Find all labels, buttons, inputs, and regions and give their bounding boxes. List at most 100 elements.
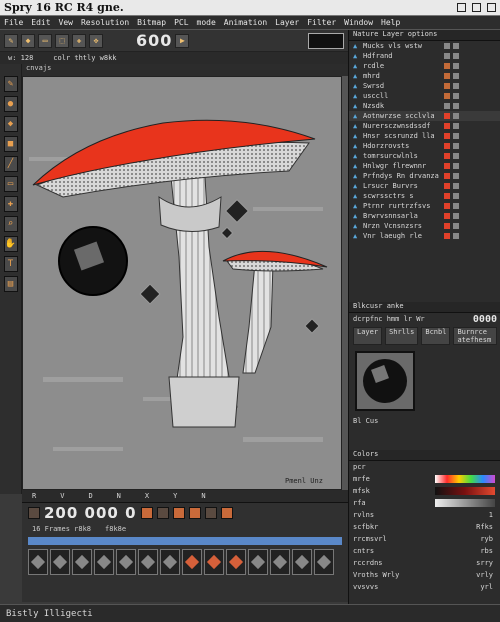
frame-thumbnail[interactable] (116, 549, 136, 575)
layer-row[interactable]: ▲ Prfndys Rn drvanza (349, 171, 500, 181)
dropper-icon[interactable]: ✚ (72, 33, 86, 48)
menu-edit[interactable]: Edit (31, 18, 50, 27)
frame-thumbnail[interactable] (182, 549, 202, 575)
visibility-icon[interactable]: ▲ (353, 92, 360, 100)
select-icon[interactable]: ⬚ (55, 33, 69, 48)
lock-icon[interactable] (453, 143, 459, 149)
setting-value[interactable]: Rfks (476, 523, 493, 531)
picker-tool-icon[interactable]: ✚ (3, 196, 18, 212)
layer-row[interactable]: ▲ Aotnwrzse scclvla (349, 111, 500, 121)
rewind-icon[interactable] (28, 507, 40, 519)
lock-icon[interactable] (453, 93, 459, 99)
menu-mode[interactable]: mode (197, 18, 216, 27)
menu-window[interactable]: Window (344, 18, 373, 27)
gray-gradient[interactable] (435, 499, 495, 507)
menu-filter[interactable]: Filter (307, 18, 336, 27)
lock-icon[interactable] (453, 223, 459, 229)
lock-icon[interactable] (453, 63, 459, 69)
visibility-icon[interactable]: ▲ (353, 42, 360, 50)
play-icon[interactable]: ▶ (175, 33, 190, 48)
frame-thumbnail[interactable] (204, 549, 224, 575)
visibility-icon[interactable]: ▲ (353, 202, 360, 210)
frame-thumbnail[interactable] (160, 549, 180, 575)
brush-tool-icon[interactable]: ● (3, 96, 18, 112)
close-button[interactable] (487, 3, 496, 12)
shape-tool-icon[interactable]: ■ (3, 136, 18, 152)
layer-row[interactable]: ▲ Nrzn Vcnsnzsrs (349, 221, 500, 231)
layer-row[interactable]: ▲ Vnr laeugh rle (349, 231, 500, 241)
frame-thumbnail[interactable] (314, 549, 334, 575)
lock-icon[interactable] (453, 173, 459, 179)
eraser-tool-icon[interactable]: ▭ (3, 176, 18, 192)
color-options[interactable]: colr thtly w8kk (53, 54, 116, 62)
layer-row[interactable]: ▲ Hnlwgr flrewnnr (349, 161, 500, 171)
frame-thumbnail[interactable] (226, 549, 246, 575)
setting-value[interactable]: rbs (480, 547, 493, 555)
lock-icon[interactable] (453, 83, 459, 89)
visibility-icon[interactable]: ▲ (353, 182, 360, 190)
visibility-icon[interactable]: ▲ (353, 132, 360, 140)
frame-thumbnail[interactable] (94, 549, 114, 575)
layer-row[interactable]: ▲ tomrsurcwlnls (349, 151, 500, 161)
lock-icon[interactable] (453, 183, 459, 189)
fill-tool-icon[interactable]: ◆ (3, 116, 18, 132)
properties-value[interactable]: 0000 (473, 314, 497, 325)
visibility-icon[interactable]: ▲ (353, 192, 360, 200)
loop-icon[interactable] (220, 507, 233, 519)
menu-file[interactable]: File (4, 18, 23, 27)
lock-icon[interactable] (453, 133, 459, 139)
keyframe-icon[interactable] (140, 507, 153, 519)
frame-thumbnail[interactable] (248, 549, 268, 575)
setting-value[interactable]: 1 (489, 511, 493, 519)
setting-value[interactable]: vrly (476, 571, 493, 579)
layer-row[interactable]: ▲ rcdle (349, 61, 500, 71)
line-tool-icon[interactable]: ╱ (3, 156, 18, 172)
minimize-button[interactable] (457, 3, 466, 12)
layer-row[interactable]: ▲ Ptrnr rurtrzfsvs (349, 201, 500, 211)
layer-row[interactable]: ▲ Hnsr scsrunzd lla (349, 131, 500, 141)
text-tool-icon[interactable]: T (3, 256, 18, 272)
layer-row[interactable]: ▲ Hdfrand (349, 51, 500, 61)
lock-icon[interactable] (453, 233, 459, 239)
brush-preview[interactable] (308, 32, 344, 49)
lock-icon[interactable] (453, 103, 459, 109)
brush-icon[interactable]: ✎ (4, 33, 18, 48)
pencil-tool-icon[interactable]: ✎ (3, 76, 18, 92)
dark-gradient[interactable] (435, 487, 495, 495)
lock-icon[interactable] (453, 163, 459, 169)
lock-icon[interactable] (453, 53, 459, 59)
setting-value[interactable]: ryb (480, 535, 493, 543)
frame-thumbnail[interactable] (50, 549, 70, 575)
lock-icon[interactable] (453, 113, 459, 119)
timeline-track[interactable] (28, 537, 342, 545)
gradient-tool-icon[interactable]: ▤ (3, 276, 18, 292)
maximize-button[interactable] (472, 3, 481, 12)
layer-row[interactable]: ▲ Swrsd (349, 81, 500, 91)
visibility-icon[interactable]: ▲ (353, 162, 360, 170)
tab-layer[interactable]: Layer (353, 327, 383, 345)
menu-view[interactable]: Vew (59, 18, 73, 27)
zoom-tool-icon[interactable]: ⌕ (3, 216, 18, 232)
lock-icon[interactable] (453, 193, 459, 199)
onion-icon[interactable] (156, 507, 169, 519)
frame-thumbnail[interactable] (292, 549, 312, 575)
lock-icon[interactable] (453, 123, 459, 129)
visibility-icon[interactable]: ▲ (353, 222, 360, 230)
lock-icon[interactable] (453, 43, 459, 49)
menu-animation[interactable]: Animation (224, 18, 267, 27)
hand-tool-icon[interactable]: ✋ (3, 236, 18, 252)
rainbow-gradient[interactable] (435, 475, 495, 483)
layer-row[interactable]: ▲ Mucks vls wstw (349, 41, 500, 51)
layer-row[interactable]: ▲ mhrd (349, 71, 500, 81)
tab-effects[interactable]: Burnrce atefhesm (453, 327, 497, 345)
layer-row[interactable]: ▲ usccll (349, 91, 500, 101)
visibility-icon[interactable]: ▲ (353, 122, 360, 130)
lock-icon[interactable] (453, 73, 459, 79)
layer-row[interactable]: ▲ scwrssctrs s (349, 191, 500, 201)
layer-row[interactable]: ▲ Lrsucr Burvrs (349, 181, 500, 191)
frame-thumbnail[interactable] (138, 549, 158, 575)
visibility-icon[interactable]: ▲ (353, 152, 360, 160)
visibility-icon[interactable]: ▲ (353, 142, 360, 150)
layer-row[interactable]: ▲ Nurersczwnsdssdf (349, 121, 500, 131)
visibility-icon[interactable]: ▲ (353, 52, 360, 60)
